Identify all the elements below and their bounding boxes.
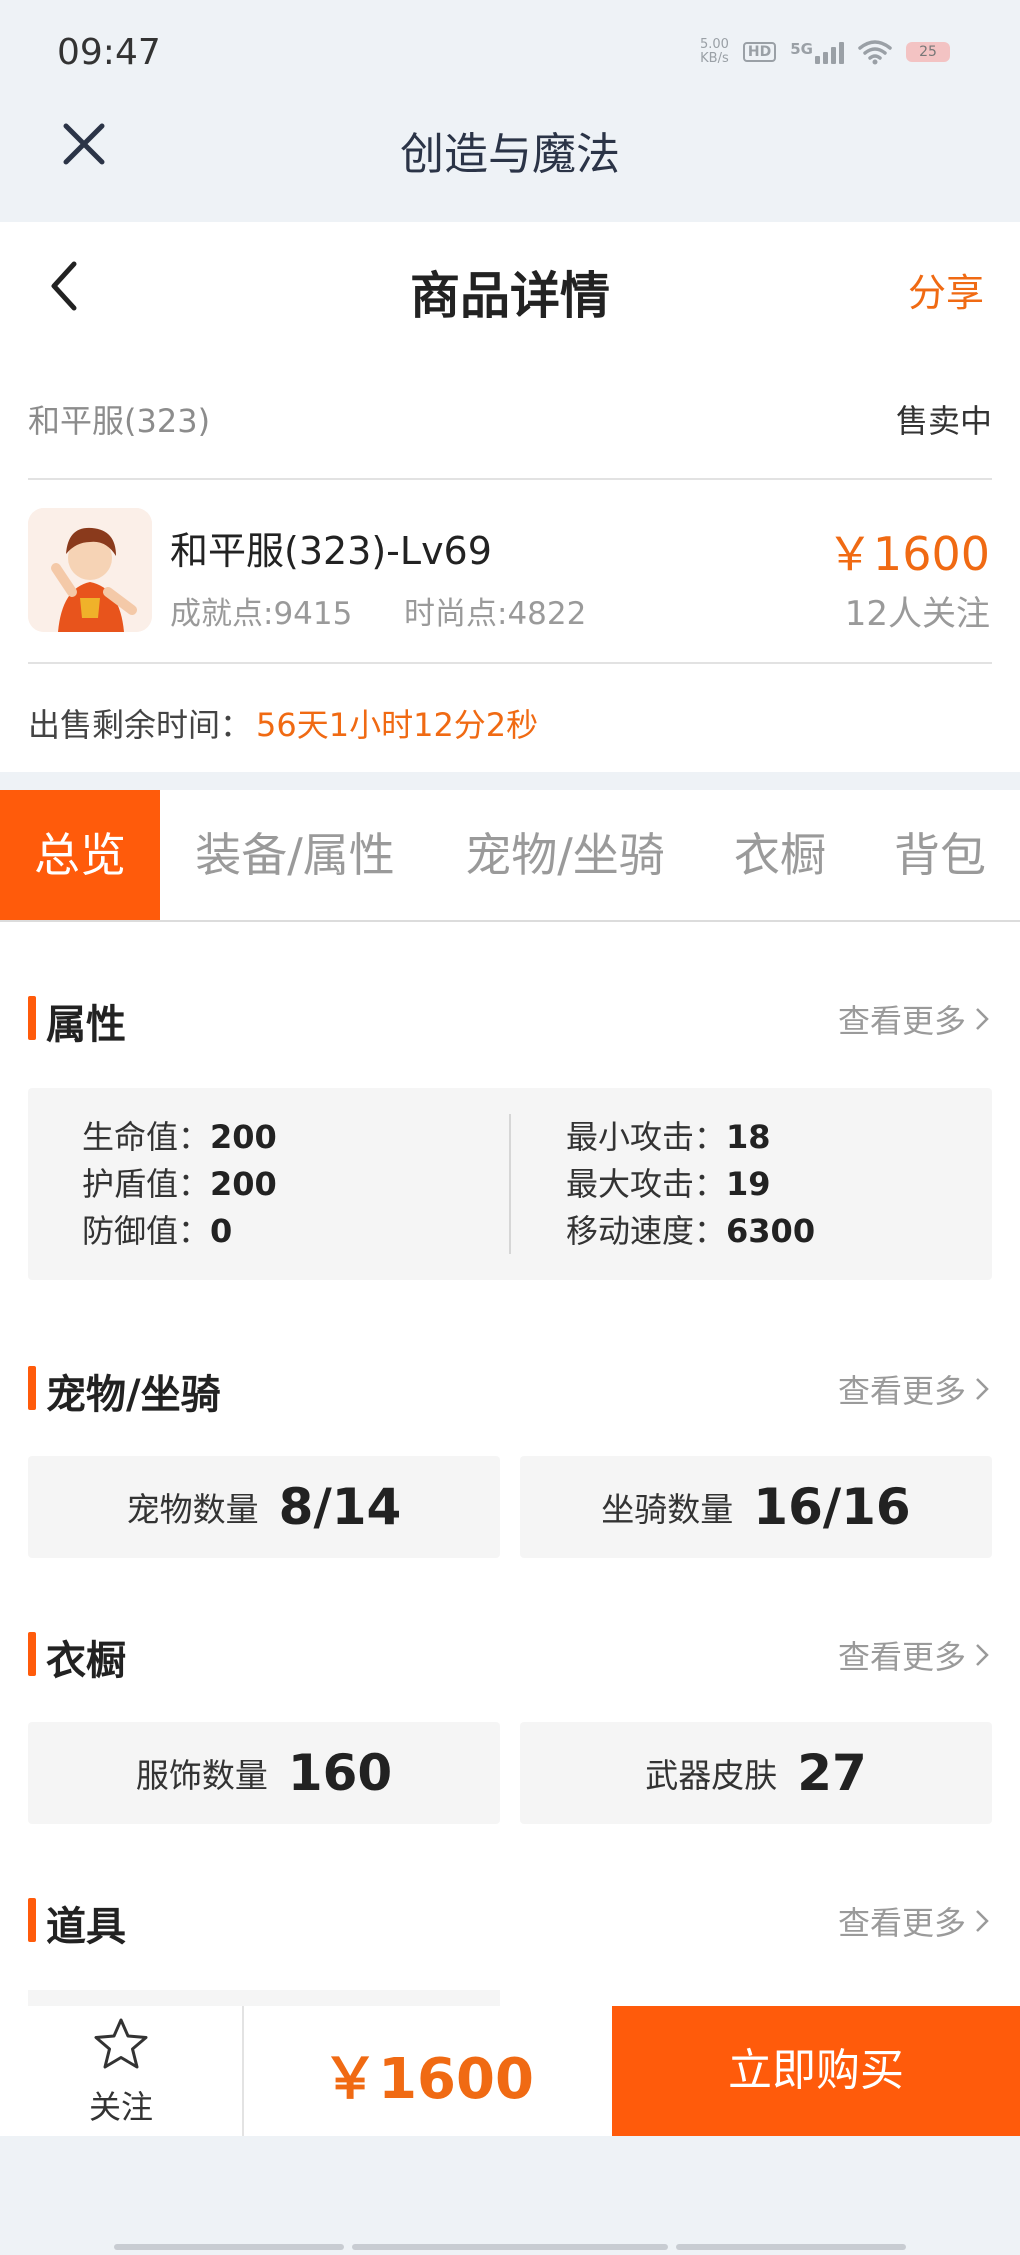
- attribute-label: 最小攻击：: [566, 1118, 727, 1156]
- stat-value: 160: [287, 1744, 393, 1802]
- status-time: 09:47: [57, 32, 161, 73]
- stat-label: 服饰数量: [135, 1756, 268, 1795]
- view-more-wardrobe[interactable]: 查看更多: [838, 1632, 990, 1678]
- tab-backpack[interactable]: 背包: [870, 790, 1010, 920]
- mini-app-title: 创造与魔法: [400, 129, 620, 180]
- achievement-points: 成就点:9415: [170, 596, 353, 632]
- outfit-count-box: 服饰数量 160: [28, 1722, 500, 1824]
- gesture-bar: [352, 2244, 668, 2250]
- weapon-skin-box: 武器皮肤 27: [520, 1722, 992, 1824]
- attributes-left-column: 生命值：200 护盾值：200 防御值：0: [82, 1114, 277, 1255]
- section-title-items: 道具: [46, 1904, 126, 1950]
- net-speed-value: 5.00: [699, 37, 729, 52]
- section-title-attributes: 属性: [46, 1002, 126, 1048]
- tab-overview[interactable]: 总览: [0, 790, 160, 920]
- character-image: [28, 508, 152, 632]
- attribute-defense: 防御值：0: [82, 1208, 277, 1255]
- attribute-hp: 生命值：200: [82, 1114, 277, 1161]
- view-more-label: 查看更多: [837, 1904, 966, 1942]
- cellular-signal-icon: 5G: [790, 40, 844, 64]
- view-more-label: 查看更多: [837, 1638, 966, 1676]
- network-type: 5G: [790, 40, 813, 58]
- price: ￥1600: [826, 527, 990, 581]
- section-marker: [28, 1898, 36, 1942]
- attributes-divider: [509, 1114, 511, 1254]
- attribute-label: 移动速度：: [566, 1212, 727, 1250]
- character-avatar[interactable]: [28, 508, 152, 632]
- view-more-pets[interactable]: 查看更多: [838, 1366, 990, 1412]
- net-speed: 5.00 KB/s: [700, 38, 729, 66]
- view-more-label: 查看更多: [837, 1002, 966, 1040]
- attribute-value: 200: [210, 1165, 277, 1203]
- wifi-icon: [858, 40, 892, 65]
- stat-value: 27: [797, 1744, 867, 1802]
- attributes-right-column: 最小攻击：18 最大攻击：19 移动速度：6300: [566, 1114, 815, 1255]
- section-title-wardrobe: 衣橱: [46, 1638, 126, 1684]
- pet-count-box: 宠物数量 8/14: [28, 1456, 500, 1558]
- tab-equipment[interactable]: 装备/属性: [180, 790, 410, 920]
- mount-count-box: 坐骑数量 16/16: [520, 1456, 992, 1558]
- page-title: 商品详情: [410, 267, 610, 325]
- attribute-min-attack: 最小攻击：18: [566, 1114, 815, 1161]
- section-marker: [28, 1632, 36, 1676]
- stat-value: 8/14: [278, 1478, 402, 1536]
- buy-now-button[interactable]: 立即购买: [612, 2006, 1020, 2136]
- attribute-shield: 护盾值：200: [82, 1161, 277, 1208]
- star-icon: [94, 2018, 148, 2069]
- hd-icon: HD: [742, 42, 777, 62]
- attribute-label: 防御值：: [82, 1212, 211, 1250]
- gesture-bar: [676, 2244, 906, 2250]
- bottom-price: ￥1600: [322, 2047, 534, 2112]
- stat-label: 坐骑数量: [601, 1490, 734, 1529]
- follow-button[interactable]: 关注: [0, 2006, 244, 2136]
- battery-icon: 25: [906, 42, 950, 62]
- attribute-max-attack: 最大攻击：19: [566, 1161, 815, 1208]
- gesture-bar: [114, 2244, 344, 2250]
- attribute-move-speed: 移动速度：6300: [566, 1208, 815, 1255]
- divider: [28, 478, 992, 480]
- attribute-label: 生命值：: [82, 1118, 211, 1156]
- fashion-points: 时尚点:4822: [404, 596, 587, 632]
- followers-count: 12人关注: [844, 594, 990, 634]
- tab-bar: 总览 装备/属性 宠物/坐骑 衣橱 背包: [0, 790, 1020, 922]
- attribute-label: 护盾值：: [82, 1165, 211, 1203]
- server-label: 和平服(323): [28, 402, 211, 440]
- view-more-label: 查看更多: [837, 1372, 966, 1410]
- section-marker: [28, 1366, 36, 1410]
- item-name: 和平服(323)-Lv69: [170, 529, 492, 573]
- stat-value: 16/16: [753, 1478, 911, 1536]
- attribute-value: 18: [726, 1118, 771, 1156]
- attribute-value: 0: [210, 1212, 233, 1250]
- chevron-right-icon: [976, 1644, 989, 1666]
- attribute-value: 19: [726, 1165, 771, 1203]
- chevron-right-icon: [976, 1008, 989, 1030]
- sale-status: 售卖中: [895, 402, 992, 440]
- attribute-label: 最大攻击：: [566, 1165, 727, 1203]
- stat-label: 宠物数量: [126, 1490, 259, 1529]
- status-icons: 5.00 KB/s HD 5G 25: [700, 38, 950, 66]
- view-more-items[interactable]: 查看更多: [838, 1898, 990, 1944]
- section-title-pets: 宠物/坐骑: [46, 1372, 221, 1418]
- divider: [28, 662, 992, 664]
- chevron-right-icon: [976, 1910, 989, 1932]
- net-speed-unit: KB/s: [700, 51, 729, 66]
- tab-pets-mounts[interactable]: 宠物/坐骑: [450, 790, 680, 920]
- remaining-time-label: 出售剩余时间：: [28, 706, 253, 744]
- remaining-time-value: 56天1小时12分2秒: [256, 706, 539, 744]
- share-button[interactable]: 分享: [908, 262, 984, 317]
- follow-label: 关注: [88, 2088, 153, 2126]
- attribute-value: 6300: [726, 1212, 816, 1250]
- attribute-value: 200: [210, 1118, 277, 1156]
- stat-label: 武器皮肤: [645, 1756, 778, 1795]
- tab-wardrobe[interactable]: 衣橱: [710, 790, 850, 920]
- view-more-attributes[interactable]: 查看更多: [838, 996, 990, 1042]
- chevron-right-icon: [976, 1378, 989, 1400]
- section-marker: [28, 996, 36, 1040]
